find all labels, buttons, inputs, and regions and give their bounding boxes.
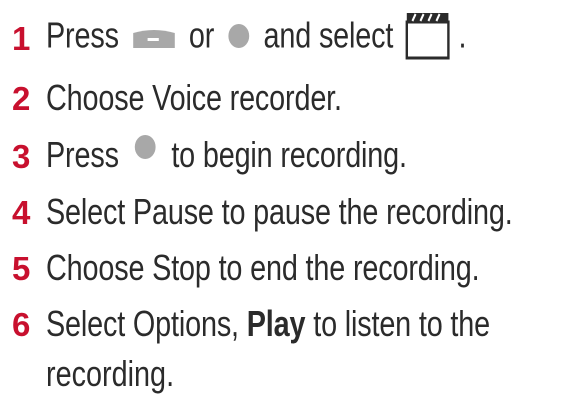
step-5: 5 Choose Stop to end the recording. xyxy=(0,242,572,294)
ok-key-icon xyxy=(133,131,157,167)
step-text: Choose Voice recorder. xyxy=(46,77,342,118)
step-4: 4 Select Pause to pause the recording. xyxy=(0,186,572,238)
step-1: 1 Press or and select . xyxy=(0,12,572,64)
step-6: 6 Select Options, Play to listen to the xyxy=(0,298,572,350)
step-text: Choose Stop to end the recording. xyxy=(46,247,480,288)
step-2: 2 Choose Voice recorder. xyxy=(0,72,572,124)
step-6-continuation: recording. xyxy=(0,348,572,400)
soft-key-left-icon xyxy=(131,20,176,56)
multimedia-clapperboard-icon xyxy=(404,10,450,66)
instruction-steps: 1 Press or and select . 2 Choose Voice r… xyxy=(0,0,572,408)
step-text: recording. xyxy=(46,353,175,394)
step-3: 3 Press to begin recording. xyxy=(0,130,572,182)
step-text: Select Options, Play to listen to the xyxy=(46,303,490,344)
step-text: Select Pause to pause the recording. xyxy=(46,191,513,232)
play-option-label: Play xyxy=(246,303,306,344)
step-text: Press or and select . xyxy=(46,10,467,66)
step-text: Press to begin recording. xyxy=(46,135,407,175)
ok-key-icon xyxy=(227,20,251,56)
